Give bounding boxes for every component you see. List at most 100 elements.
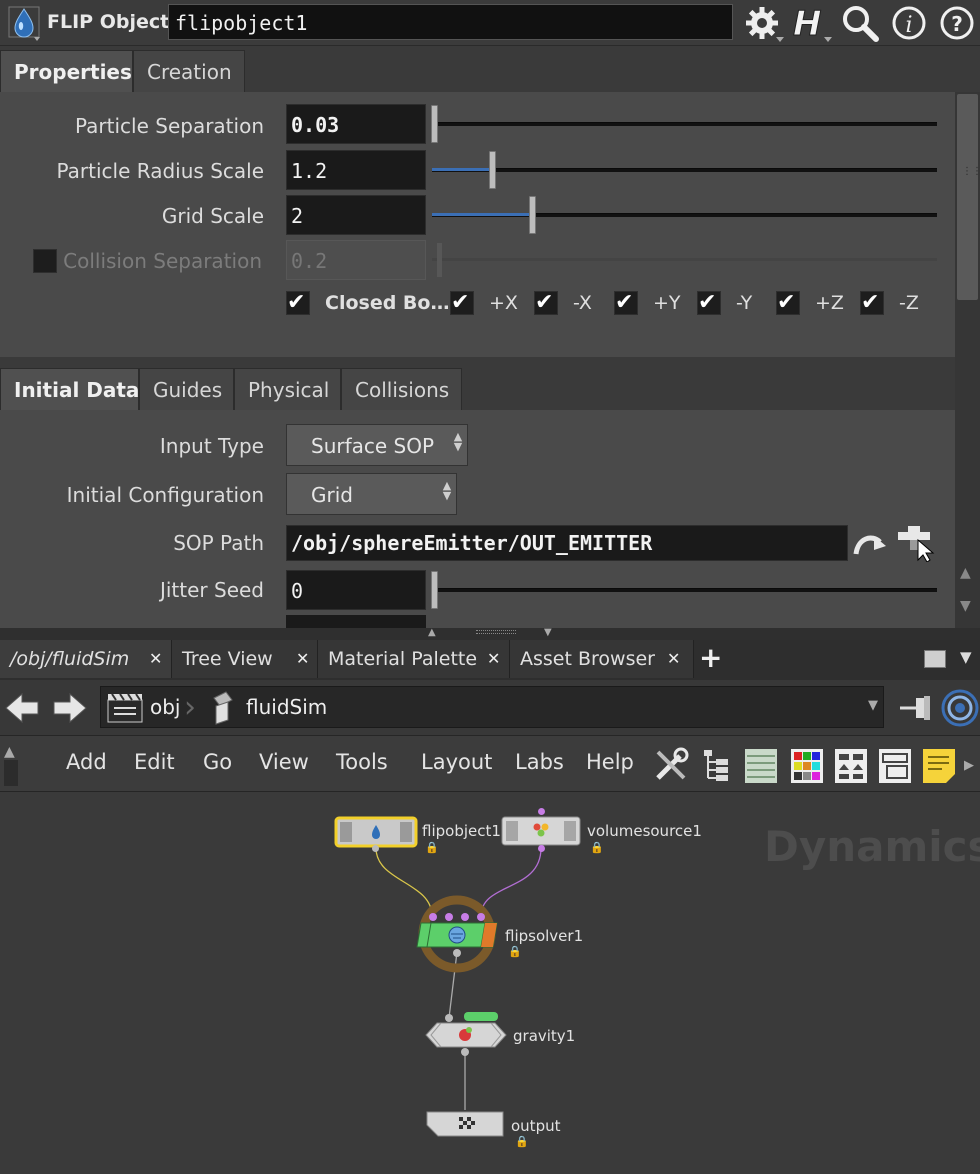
path-dropdown-arrow-icon[interactable]: ▼ xyxy=(868,698,878,713)
closed-boundary-pz-checkbox[interactable]: ✔ xyxy=(776,291,800,315)
closed-boundary-px-checkbox[interactable]: ✔ xyxy=(450,291,474,315)
grid-scale-slider-handle[interactable] xyxy=(529,196,536,234)
back-arrow-icon[interactable] xyxy=(4,690,42,726)
maximize-pane-icon[interactable] xyxy=(924,650,946,668)
gravity1-display-flag[interactable] xyxy=(464,1012,498,1021)
jitter-seed-field[interactable]: 0 xyxy=(286,570,426,610)
close-icon[interactable]: ✕ xyxy=(487,649,500,668)
flipsolver1-input-2[interactable] xyxy=(461,913,469,921)
gravity1-input-connector[interactable] xyxy=(445,1014,453,1022)
closed-boundaries-checkbox[interactable]: ✔ xyxy=(286,291,310,315)
pane-tab-material-palette[interactable]: Material Palette ✕ xyxy=(318,640,510,678)
closed-boundary-py-checkbox[interactable]: ✔ xyxy=(614,291,638,315)
path-jump-arrow-icon[interactable] xyxy=(852,528,890,560)
forward-arrow-icon[interactable] xyxy=(50,690,88,726)
close-icon[interactable]: ✕ xyxy=(296,649,309,668)
particle-separation-slider[interactable] xyxy=(432,122,937,126)
flipobject1-output-connector[interactable] xyxy=(372,845,379,852)
help-icon[interactable]: ? xyxy=(938,3,976,43)
menu-add[interactable]: Add xyxy=(66,750,107,774)
sticky-note-icon[interactable] xyxy=(922,748,956,784)
closed-boundary-ny-checkbox[interactable]: ✔ xyxy=(697,291,721,315)
menu-go[interactable]: Go xyxy=(203,750,232,774)
pane-expand-down-icon[interactable]: ▼ xyxy=(544,627,552,638)
path-obj[interactable]: obj xyxy=(150,695,181,719)
menu-tools[interactable]: Tools xyxy=(336,750,388,774)
color-palette-icon[interactable] xyxy=(790,748,824,784)
pane-expand-up-icon[interactable]: ▲ xyxy=(428,627,436,638)
particle-separation-field[interactable]: 0.03 xyxy=(286,104,426,144)
scroll-down-icon[interactable]: ▼ xyxy=(960,598,971,614)
closed-boundary-nz-checkbox[interactable]: ✔ xyxy=(860,291,884,315)
node-volumesource1[interactable] xyxy=(501,816,581,846)
next-parameter-field[interactable] xyxy=(286,615,426,628)
houdini-help-icon[interactable]: H xyxy=(790,3,834,43)
menu-help[interactable]: Help xyxy=(586,750,634,774)
tab-physical[interactable]: Physical xyxy=(234,368,341,410)
parameter-scrollbar-thumb[interactable] xyxy=(957,94,978,300)
gravity1-output-connector[interactable] xyxy=(461,1048,469,1056)
flip-droplet-icon[interactable] xyxy=(6,4,42,42)
shape-palette-icon[interactable] xyxy=(834,748,868,784)
search-icon[interactable] xyxy=(840,3,880,43)
particle-radius-scale-slider-handle[interactable] xyxy=(489,151,496,189)
node-name-field[interactable]: flipobject1 xyxy=(168,4,733,40)
tab-collisions[interactable]: Collisions xyxy=(341,368,462,410)
sop-path-label: SOP Path xyxy=(173,531,264,555)
tab-creation[interactable]: Creation xyxy=(133,50,245,92)
pin-icon[interactable] xyxy=(898,692,936,724)
info-icon[interactable]: i xyxy=(890,3,928,43)
scroll-up-icon[interactable]: ▲ xyxy=(960,565,971,581)
pane-menu-arrow-icon[interactable]: ▼ xyxy=(960,648,972,666)
flipsolver1-input-0[interactable] xyxy=(429,913,437,921)
volumesource1-output-connector[interactable] xyxy=(538,845,545,852)
tab-properties[interactable]: Properties xyxy=(0,50,133,92)
path-fluidsim[interactable]: fluidSim xyxy=(246,695,327,719)
input-type-dropdown[interactable]: Surface SOP xyxy=(286,424,468,466)
menu-labs[interactable]: Labs xyxy=(515,750,564,774)
menu-overflow-arrow-icon[interactable]: ▶ xyxy=(964,758,974,773)
particle-radius-scale-slider[interactable] xyxy=(432,168,937,172)
close-icon[interactable]: ✕ xyxy=(149,649,162,668)
initial-configuration-dropdown[interactable]: Grid xyxy=(286,473,457,515)
closed-boundaries-label: Closed Bo… xyxy=(325,292,450,314)
flipsolver1-output-connector[interactable] xyxy=(453,949,461,957)
list-view-icon[interactable] xyxy=(744,748,778,784)
pane-tab-network[interactable]: /obj/fluidSim ✕ xyxy=(0,640,172,678)
particle-separation-slider-handle[interactable] xyxy=(431,105,438,143)
node-flipobject1[interactable] xyxy=(334,816,418,848)
node-flipsolver1[interactable] xyxy=(415,922,499,948)
network-box-icon[interactable] xyxy=(878,748,912,784)
node-chooser-icon[interactable] xyxy=(896,522,938,562)
node-volumesource1-label: volumesource1 xyxy=(587,822,702,840)
close-icon[interactable]: ✕ xyxy=(667,649,680,668)
tree-view-icon[interactable] xyxy=(702,748,730,784)
flipsolver1-input-1[interactable] xyxy=(445,913,453,921)
node-output[interactable] xyxy=(426,1111,504,1137)
gear-icon[interactable] xyxy=(744,3,786,43)
pane-tab-tree-view[interactable]: Tree View ✕ xyxy=(172,640,318,678)
jitter-seed-slider[interactable] xyxy=(432,588,937,592)
add-tab-icon[interactable]: + xyxy=(699,641,722,674)
tools-wrench-icon[interactable] xyxy=(652,746,690,784)
menu-layout[interactable]: Layout xyxy=(421,750,492,774)
menu-collapse-handle[interactable] xyxy=(4,760,18,786)
particle-radius-scale-label: Particle Radius Scale xyxy=(56,159,264,183)
menu-edit[interactable]: Edit xyxy=(134,750,175,774)
tab-initial-data[interactable]: Initial Data xyxy=(0,368,139,410)
menu-view[interactable]: View xyxy=(259,750,309,774)
node-gravity1[interactable] xyxy=(425,1022,507,1048)
pane-tab-asset-browser-label: Asset Browser xyxy=(520,648,655,670)
link-target-icon[interactable] xyxy=(940,688,980,728)
pane-grip-icon[interactable] xyxy=(476,630,516,634)
closed-boundary-nx-checkbox[interactable]: ✔ xyxy=(534,291,558,315)
flipsolver1-input-3[interactable] xyxy=(477,913,485,921)
particle-radius-scale-field[interactable]: 1.2 xyxy=(286,150,426,190)
pane-tab-asset-browser[interactable]: Asset Browser ✕ xyxy=(510,640,694,678)
menu-collapse-icon[interactable]: ▲ xyxy=(4,744,15,760)
tab-guides[interactable]: Guides xyxy=(139,368,234,410)
jitter-seed-slider-handle[interactable] xyxy=(431,571,438,609)
grid-scale-field[interactable]: 2 xyxy=(286,195,426,235)
sop-path-field[interactable]: /obj/sphereEmitter/OUT_EMITTER xyxy=(286,525,848,561)
volumesource1-input-connector[interactable] xyxy=(538,808,545,815)
